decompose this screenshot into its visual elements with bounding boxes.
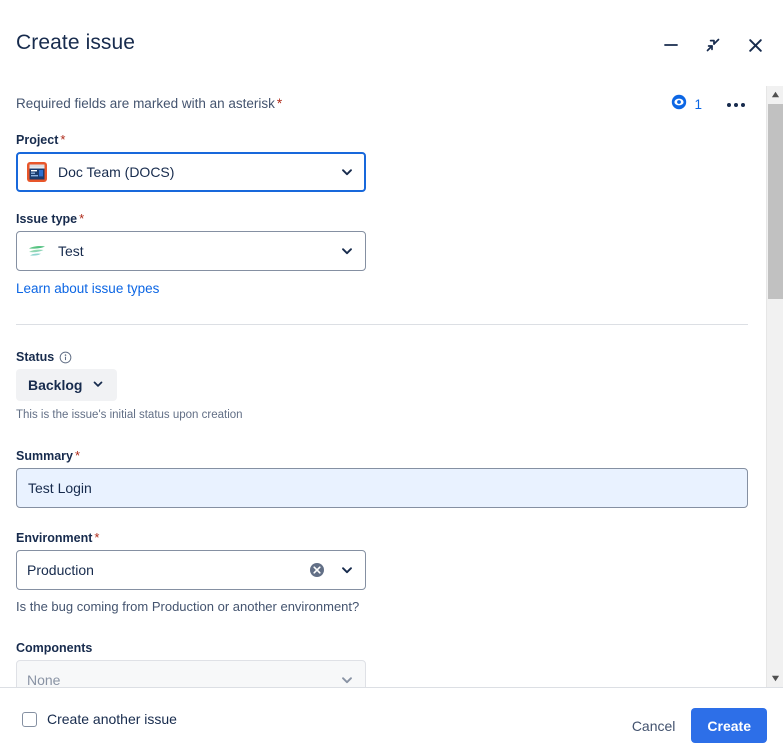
field-issue-type: Issue type * Test Learn about issue type… bbox=[16, 211, 366, 298]
footer-buttons: Cancel Create bbox=[620, 708, 767, 743]
section-divider bbox=[16, 324, 748, 325]
create-issue-dialog: Create issue Required fields are marked … bbox=[0, 0, 783, 755]
scroll-down-icon[interactable] bbox=[767, 670, 783, 687]
checkbox-box-icon bbox=[22, 711, 37, 727]
scroll-up-icon[interactable] bbox=[767, 86, 783, 103]
dialog-header: Create issue bbox=[0, 0, 783, 78]
close-icon[interactable] bbox=[741, 31, 769, 59]
components-select[interactable]: None bbox=[16, 660, 366, 687]
issue-type-label: Issue type * bbox=[16, 211, 366, 226]
watch-button[interactable]: 1 bbox=[668, 92, 705, 117]
status-value: Backlog bbox=[28, 377, 83, 393]
dialog-footer: Create another issue Cancel Create bbox=[0, 688, 783, 755]
field-project: Project * Doc Team (DOCS) bbox=[16, 132, 366, 192]
summary-required-asterisk: * bbox=[74, 448, 81, 463]
components-label-text: Components bbox=[16, 641, 93, 655]
watch-eye-icon bbox=[671, 94, 687, 115]
issue-type-label-text: Issue type bbox=[16, 211, 78, 226]
environment-select[interactable]: Production bbox=[16, 550, 366, 590]
required-fields-text: Required fields are marked with an aster… bbox=[16, 96, 275, 111]
summary-label-text: Summary bbox=[16, 448, 73, 463]
field-components: Components None bbox=[16, 641, 366, 687]
collapse-icon[interactable] bbox=[699, 31, 727, 59]
chevron-down-icon[interactable] bbox=[339, 164, 355, 180]
more-dot-1 bbox=[727, 102, 731, 107]
status-button[interactable]: Backlog bbox=[16, 369, 118, 401]
components-value: None bbox=[27, 672, 61, 687]
project-value: Doc Team (DOCS) bbox=[58, 164, 175, 180]
field-environment: Environment * Production Is the bug comin… bbox=[16, 530, 366, 614]
project-required-asterisk: * bbox=[60, 132, 66, 147]
project-select[interactable]: Doc Team (DOCS) bbox=[16, 152, 366, 192]
environment-label-text: Environment bbox=[16, 530, 93, 545]
clear-icon[interactable] bbox=[309, 562, 325, 578]
field-status: Status Backlog This is the issue's initi… bbox=[16, 350, 243, 421]
status-label: Status bbox=[16, 350, 243, 364]
issue-type-value: Test bbox=[58, 243, 84, 259]
info-icon[interactable] bbox=[59, 351, 72, 364]
project-label: Project * bbox=[16, 132, 366, 147]
chevron-down-icon[interactable] bbox=[339, 672, 355, 687]
test-issue-type-icon bbox=[27, 241, 47, 261]
chevron-down-icon[interactable] bbox=[339, 562, 355, 578]
scrollbar-thumb[interactable] bbox=[768, 104, 783, 299]
more-actions-icon[interactable] bbox=[723, 93, 749, 117]
environment-helper-text: Is the bug coming from Production or ano… bbox=[16, 599, 360, 614]
more-dot-2 bbox=[734, 102, 738, 107]
issue-type-required-asterisk: * bbox=[79, 211, 85, 226]
chevron-down-icon bbox=[91, 377, 105, 394]
create-button[interactable]: Create bbox=[691, 708, 767, 743]
create-another-issue-checkbox[interactable]: Create another issue bbox=[22, 711, 177, 727]
summary-input[interactable] bbox=[16, 468, 748, 508]
summary-label: Summary * bbox=[16, 448, 748, 463]
components-label: Components bbox=[16, 641, 366, 655]
watch-count: 1 bbox=[694, 97, 702, 112]
minimize-icon[interactable] bbox=[657, 31, 685, 59]
environment-value: Production bbox=[27, 562, 94, 578]
issue-type-select[interactable]: Test bbox=[16, 231, 366, 271]
field-summary: Summary * bbox=[16, 448, 748, 508]
dialog-form-body: Project * Doc Team (DOCS) Issue type * T… bbox=[0, 122, 760, 687]
cancel-button[interactable]: Cancel bbox=[620, 710, 688, 742]
meta-actions: 1 bbox=[668, 92, 749, 117]
environment-required-asterisk: * bbox=[94, 530, 100, 545]
page-title: Create issue bbox=[16, 31, 136, 54]
environment-label: Environment * bbox=[16, 530, 366, 545]
create-another-issue-label: Create another issue bbox=[47, 711, 177, 727]
chevron-down-icon[interactable] bbox=[339, 243, 355, 259]
vertical-scrollbar[interactable] bbox=[766, 86, 783, 687]
window-controls bbox=[657, 31, 769, 59]
more-dot-3 bbox=[741, 102, 745, 107]
learn-about-issue-types-link[interactable]: Learn about issue types bbox=[16, 281, 159, 296]
dialog-meta-row: Required fields are marked with an aster… bbox=[0, 92, 783, 122]
required-fields-note: Required fields are marked with an aster… bbox=[16, 96, 282, 111]
project-label-text: Project bbox=[16, 132, 59, 147]
project-avatar-icon bbox=[27, 162, 47, 182]
required-asterisk: * bbox=[276, 96, 283, 111]
status-helper-text: This is the issue's initial status upon … bbox=[16, 409, 243, 421]
status-label-text: Status bbox=[16, 350, 55, 364]
